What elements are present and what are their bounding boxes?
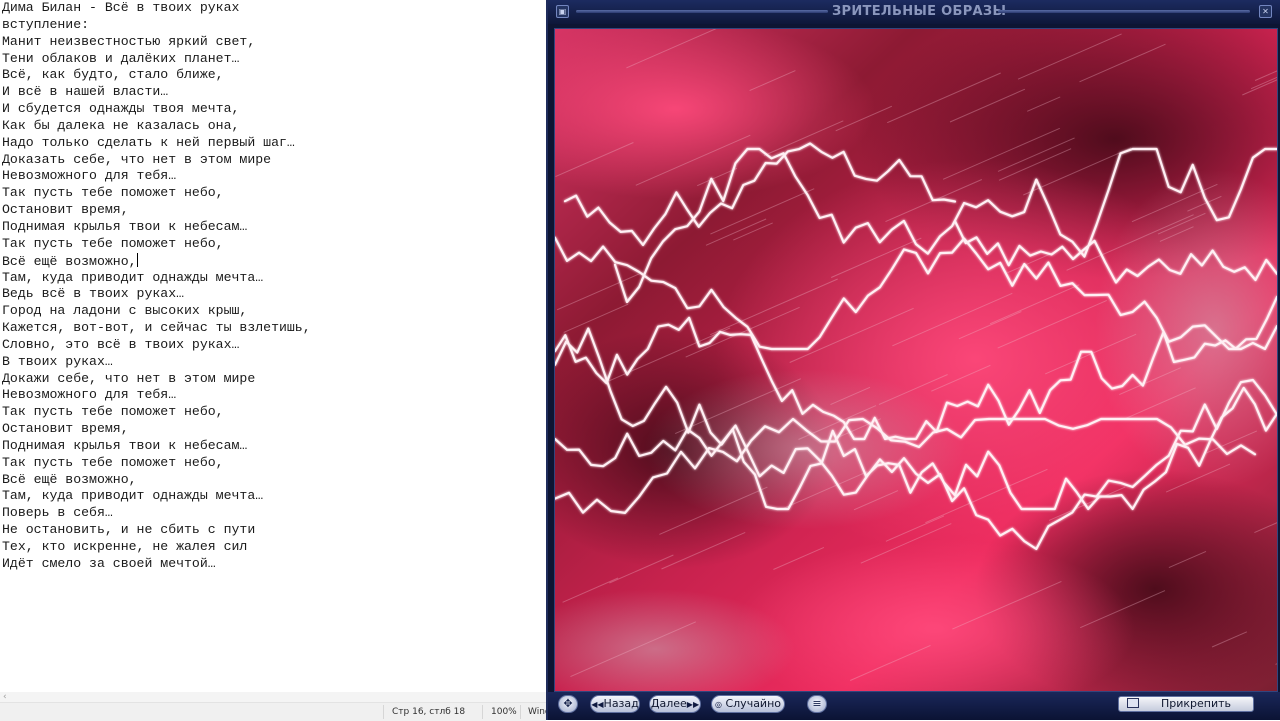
back-button[interactable]: ◀◀Назад	[590, 695, 640, 713]
text-line[interactable]: Надо только сделать к ней первый шаг…	[2, 135, 311, 152]
text-line[interactable]: Идёт смело за своей мечтой…	[2, 556, 311, 573]
text-line[interactable]: Тени облаков и далёких планет…	[2, 51, 311, 68]
lyrics-text[interactable]: Дима Билан - Всё в твоих руках вступление…	[2, 0, 311, 573]
text-line[interactable]: Так пусть тебе поможет небо,	[2, 236, 311, 253]
text-line[interactable]: Всё ещё возможно,	[2, 472, 311, 489]
random-button[interactable]: ◎ Случайно	[711, 695, 785, 713]
text-line[interactable]: Кажется, вот-вот, и сейчас ты взлетишь,	[2, 320, 311, 337]
media-player-window: ▣ ЗРИТЕЛЬНЫЕ ОБРАЗЫ ✕ ✥ ◀◀Назад Далее▶▶ …	[546, 0, 1280, 720]
title-rail	[576, 10, 828, 13]
text-line[interactable]: Манит неизвестностью яркий свет,	[2, 34, 311, 51]
status-separator	[383, 705, 384, 719]
text-line[interactable]: Так пусть тебе поможет небо,	[2, 404, 311, 421]
text-line[interactable]: Ведь всё в твоих руках…	[2, 286, 311, 303]
text-line[interactable]: Поднимая крылья твои к небесам…	[2, 438, 311, 455]
text-line[interactable]: Остановит время,	[2, 421, 311, 438]
title-rail	[998, 10, 1250, 13]
attach-icon	[1127, 698, 1139, 708]
text-line[interactable]: Как бы далека не казалась она,	[2, 118, 311, 135]
text-line[interactable]: вступление:	[2, 17, 311, 34]
text-line[interactable]: И всё в нашей власти…	[2, 84, 311, 101]
cursor-position: Стр 16, стлб 18	[392, 707, 466, 717]
text-line[interactable]: Город на ладони с высоких крыш,	[2, 303, 311, 320]
random-icon: ◎	[714, 700, 722, 709]
text-editor[interactable]: Дима Билан - Всё в твоих руках вступление…	[0, 0, 546, 692]
horizontal-scrollbar[interactable]: ‹	[0, 692, 546, 702]
visualization-image	[555, 29, 1277, 691]
text-line[interactable]: Словно, это всё в твоих руках…	[2, 337, 311, 354]
text-line[interactable]: Тех, кто искренне, не жалея сил	[2, 539, 311, 556]
attach-button[interactable]: Прикрепить	[1118, 696, 1254, 712]
text-line[interactable]: Не остановить, и не сбить с пути	[2, 522, 311, 539]
text-line[interactable]: Так пусть тебе поможет небо,	[2, 455, 311, 472]
next-icon: ▶▶	[686, 700, 700, 709]
fullscreen-button[interactable]: ✥	[558, 695, 578, 713]
close-icon[interactable]: ✕	[1259, 5, 1272, 18]
text-line[interactable]: Дима Билан - Всё в твоих руках	[2, 0, 311, 17]
text-line[interactable]: Так пусть тебе поможет небо,	[2, 185, 311, 202]
zoom-level: 100%	[491, 707, 517, 717]
status-separator	[520, 705, 521, 719]
text-line[interactable]: Докажи себе, что нет в этом мире	[2, 371, 311, 388]
text-line[interactable]: В твоих руках…	[2, 354, 311, 371]
text-line[interactable]: Невозможного для тебя…	[2, 168, 311, 185]
menu-icon[interactable]: ▣	[556, 5, 569, 18]
text-line[interactable]: Поверь в себя…	[2, 505, 311, 522]
text-line[interactable]: Всё, как будто, стало ближе,	[2, 67, 311, 84]
text-line[interactable]: Доказать себе, что нет в этом мире	[2, 152, 311, 169]
text-line[interactable]: Там, куда приводит однажды мечта…	[2, 270, 311, 287]
text-line[interactable]: Всё ещё возможно,	[2, 252, 311, 270]
status-bar: Стр 16, стлб 18 100% Wind	[0, 702, 551, 721]
text-line[interactable]: Остановит время,	[2, 202, 311, 219]
player-title-bar[interactable]: ▣ ЗРИТЕЛЬНЫЕ ОБРАЗЫ ✕	[548, 0, 1280, 24]
text-line[interactable]: Невозможного для тебя…	[2, 387, 311, 404]
next-button[interactable]: Далее▶▶	[649, 695, 701, 713]
player-controls: ✥ ◀◀Назад Далее▶▶ ◎ Случайно ≡ Прикрепит…	[548, 692, 1280, 720]
status-separator	[482, 705, 483, 719]
text-line[interactable]: И сбудется однажды твоя мечта,	[2, 101, 311, 118]
scroll-left-icon[interactable]: ‹	[3, 692, 7, 702]
back-icon: ◀◀	[591, 700, 604, 709]
player-title: ЗРИТЕЛЬНЫЕ ОБРАЗЫ	[832, 4, 1007, 19]
text-line[interactable]: Там, куда приводит однажды мечта…	[2, 488, 311, 505]
options-button[interactable]: ≡	[807, 695, 827, 713]
text-line[interactable]: Поднимая крылья твои к небесам…	[2, 219, 311, 236]
text-caret	[136, 252, 138, 267]
visualization-area[interactable]	[554, 28, 1278, 692]
